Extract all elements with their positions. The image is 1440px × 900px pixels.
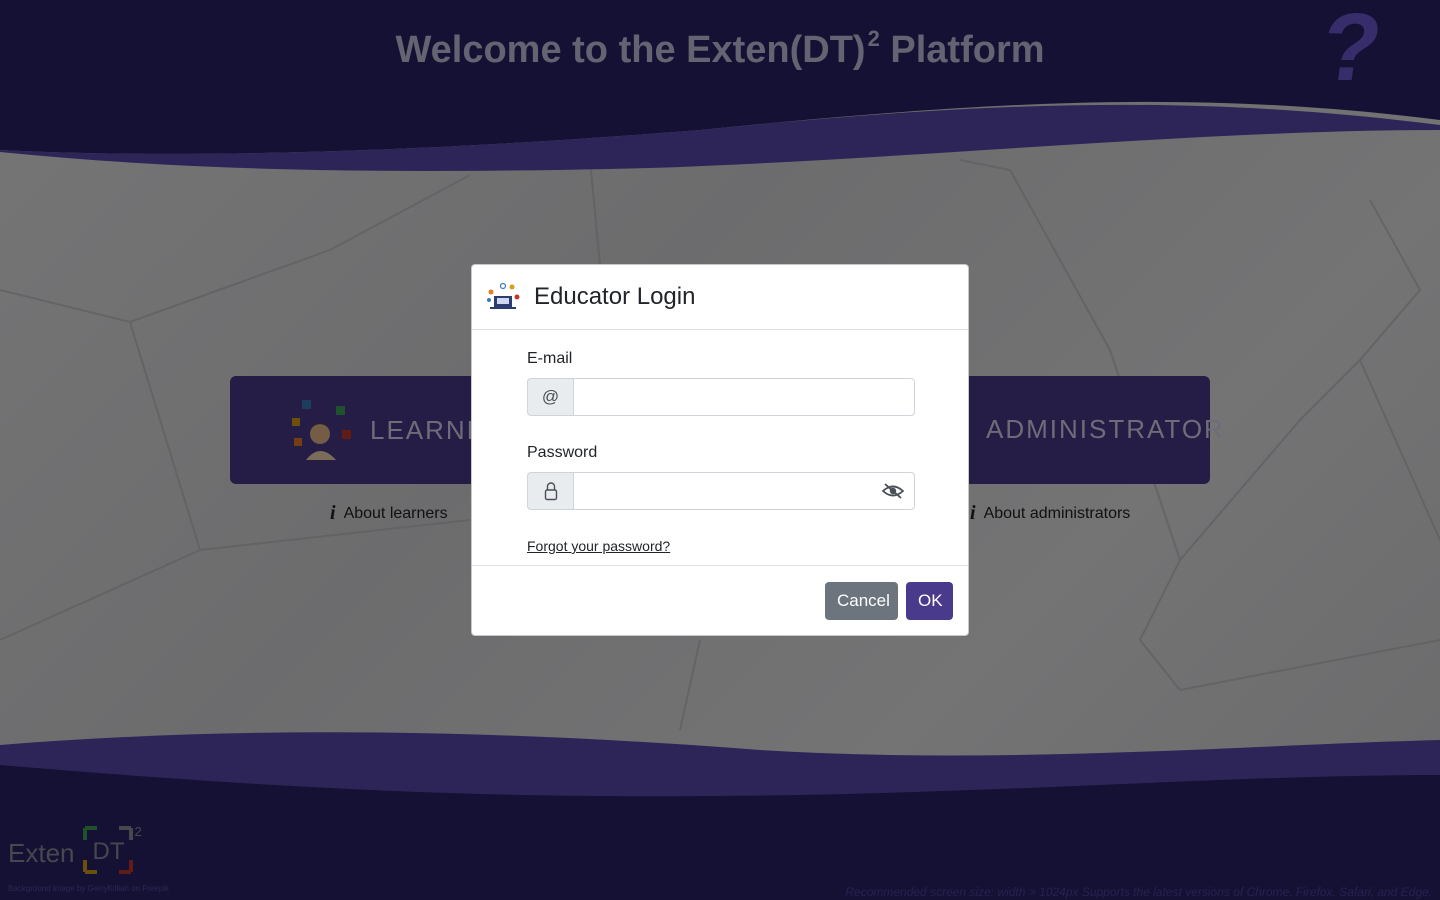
- password-field[interactable]: [574, 473, 914, 509]
- password-input-group: [527, 472, 915, 510]
- password-field-wrapper: [573, 472, 915, 510]
- ok-button[interactable]: OK: [906, 582, 953, 620]
- cancel-button[interactable]: Cancel: [825, 582, 898, 620]
- educator-login-dialog: Educator Login E-mail @ Password Forgot …: [471, 264, 969, 636]
- lock-icon: [527, 472, 573, 510]
- dialog-header: Educator Login: [472, 265, 968, 330]
- eye-slash-icon[interactable]: [882, 482, 904, 500]
- forgot-password-link[interactable]: Forgot your password?: [527, 538, 670, 554]
- email-label: E-mail: [527, 350, 573, 367]
- educator-icon: [487, 282, 520, 309]
- email-field[interactable]: [574, 379, 914, 415]
- dialog-title: Educator Login: [534, 283, 696, 310]
- dialog-footer: Cancel OK: [472, 566, 968, 636]
- at-icon: @: [527, 378, 573, 416]
- lock-icon-glyph: [544, 482, 557, 501]
- email-input-group: @: [527, 378, 915, 416]
- dialog-body: E-mail @ Password Forgot your password?: [472, 330, 968, 566]
- password-label: Password: [527, 444, 598, 461]
- email-field-wrapper: [573, 378, 915, 416]
